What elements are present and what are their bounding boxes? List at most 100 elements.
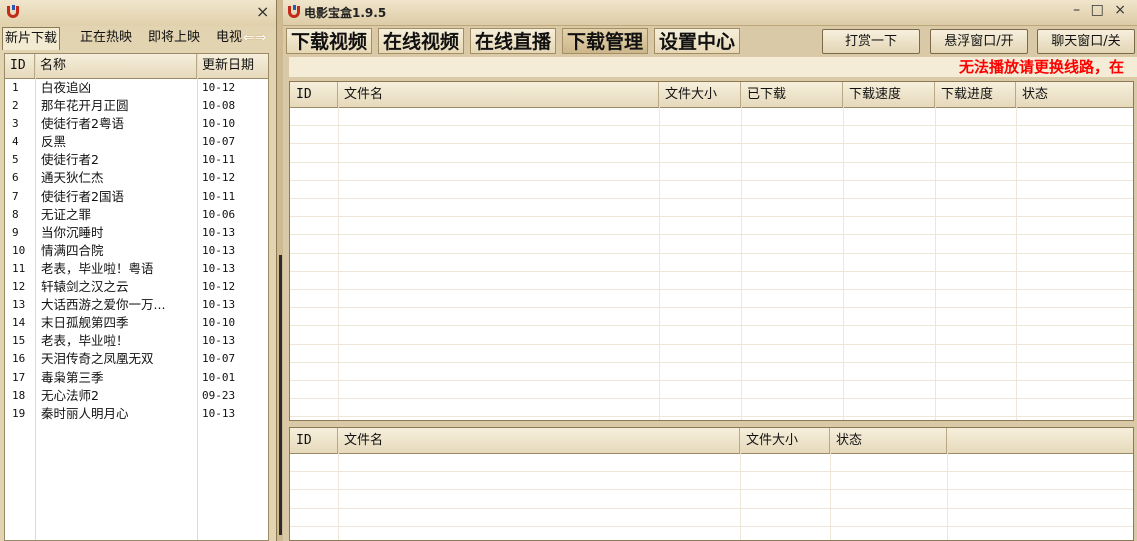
table-row[interactable]: 16 天泪传奇之凤凰无双 10-07 [5,350,268,368]
tab-coming-soon[interactable]: 即将上映 [146,27,202,49]
table-row[interactable]: 7 使徒行者2国语 10-11 [5,188,268,206]
row-id: 9 [12,225,19,239]
grid-row-line [290,343,1133,345]
tab-live-stream[interactable]: 在线直播 [470,28,557,54]
grid-row-line [290,398,1133,400]
row-name: 白夜追凶 [41,80,92,95]
table-row[interactable]: 10 情满四合院 10-13 [5,242,268,260]
grid-column-line [659,107,660,420]
row-id: 3 [12,117,19,131]
row-date: 10-10 [202,316,236,330]
table-row[interactable]: 13 大话西游之爱你一万... 10-13 [5,296,268,314]
column-header-filesize[interactable]: 文件大小 [740,428,830,453]
grid-row-line [290,125,1133,127]
tip-button[interactable]: 打赏一下 [822,29,920,54]
tab-scroll-arrows-icon[interactable]: ⇐⇒ [243,30,277,46]
table-row[interactable]: 9 当你沉睡时 10-13 [5,224,268,242]
column-header-id[interactable]: ID [290,82,338,107]
chat-window-button[interactable]: 聊天窗口/关 [1037,29,1135,54]
row-id: 1 [12,81,19,94]
row-name: 当你沉睡时 [41,224,104,240]
close-icon[interactable]: × [256,3,269,21]
row-date: 10-11 [202,153,236,167]
table-row[interactable]: 2 那年花开月正圆 10-08 [5,97,268,115]
row-date: 10-13 [202,406,236,420]
tab-download-video[interactable]: 下载视频 [286,28,373,54]
row-name: 天泪传奇之凤凰无双 [41,351,154,367]
row-date: 10-06 [202,207,236,221]
grid-column-line [338,453,339,540]
row-date: 10-07 [202,352,236,366]
column-header-filename[interactable]: 文件名 [338,428,740,453]
column-header-id[interactable]: ID [5,54,35,78]
table-row[interactable]: 5 使徒行者2 10-11 [5,151,268,169]
grid-row-line [290,179,1133,181]
row-name: 反黑 [41,134,67,150]
column-header-filesize[interactable]: 文件大小 [659,82,741,107]
grid-column-line [843,107,844,420]
table-row[interactable]: 6 通天狄仁杰 10-12 [5,169,268,187]
column-header-progress[interactable]: 下载进度 [935,82,1016,107]
row-id: 16 [12,352,26,366]
table-row[interactable]: 3 使徒行者2粤语 10-10 [5,115,268,133]
grid-column-line [935,107,936,420]
row-date: 10-12 [202,81,236,94]
table-row[interactable]: 15 老表，毕业啦！ 10-13 [5,332,268,350]
row-name: 末日孤舰第四季 [41,315,129,331]
table-row[interactable]: 1 白夜追凶 10-12 [5,79,268,97]
left-panel-titlebar: × [0,0,276,26]
grid-column-line [947,453,948,540]
tab-online-video[interactable]: 在线视频 [378,28,465,54]
table-row[interactable]: 8 无证之罪 10-06 [5,206,268,224]
column-header-status[interactable]: 状态 [1016,82,1133,107]
row-id: 14 [12,316,26,330]
tab-now-showing[interactable]: 正在热映 [78,27,134,49]
tab-tv[interactable]: 电视 [214,27,246,49]
tab-new-downloads[interactable]: 新片下载 [2,27,61,50]
table-row[interactable]: 14 末日孤舰第四季 10-10 [5,314,268,332]
table-row[interactable]: 19 秦时丽人明月心 10-13 [5,405,268,423]
grid-row-line [290,471,1133,473]
app-title: 电影宝盒1.9.5 [304,6,387,20]
row-date: 10-13 [202,225,236,239]
column-header-date[interactable]: 更新日期 [197,54,268,78]
row-date: 09-23 [202,388,236,402]
column-header-id[interactable]: ID [290,428,338,453]
table-row[interactable]: 18 无心法师2 09-23 [5,387,268,405]
grid-row-line [290,489,1133,491]
row-date: 10-13 [202,334,236,348]
table-row[interactable]: 17 毒枭第三季 10-01 [5,369,268,387]
grid-row-line [290,161,1133,163]
row-id: 15 [12,334,26,348]
float-window-button[interactable]: 悬浮窗口/开 [930,29,1028,54]
row-date: 10-10 [202,117,236,131]
row-name: 使徒行者2粤语 [41,116,124,132]
row-id: 2 [12,99,19,113]
row-date: 10-13 [202,261,236,275]
grid-column-line [830,453,831,540]
grid-row-line [290,270,1133,272]
row-name: 无心法师2 [41,387,99,403]
window-controls-icon[interactable]: – □ × [1073,2,1129,18]
movie-list-panel: × 新片下载 正在热映 即将上映 电视 ⇐⇒ ID 名称 更新日期 1 白夜追凶 1… [0,0,277,541]
row-id: 11 [12,261,26,275]
notice-marquee: 无法播放请更换线路，在 [289,57,1137,77]
column-header-speed[interactable]: 下载速度 [843,82,935,107]
table-row[interactable]: 12 轩辕剑之汉之云 10-12 [5,278,268,296]
table-row[interactable]: 4 反黑 10-07 [5,133,268,151]
column-header-status[interactable]: 状态 [830,428,947,453]
row-name: 秦时丽人明月心 [41,405,129,421]
column-header-downloaded[interactable]: 已下载 [741,82,843,107]
row-id: 7 [12,189,19,203]
app-logo-icon [288,5,300,18]
row-id: 4 [12,135,19,149]
table-row[interactable]: 11 老表，毕业啦！粤语 10-13 [5,260,268,278]
column-header-filename[interactable]: 文件名 [338,82,659,107]
tab-settings[interactable]: 设置中心 [654,28,741,54]
tab-download-manager[interactable]: 下载管理 [562,28,649,54]
row-name: 那年花开月正圆 [41,98,129,114]
column-header-name[interactable]: 名称 [35,54,197,78]
grid-row-line [290,289,1133,290]
row-id: 8 [12,207,19,221]
grid-row-line [290,143,1133,145]
